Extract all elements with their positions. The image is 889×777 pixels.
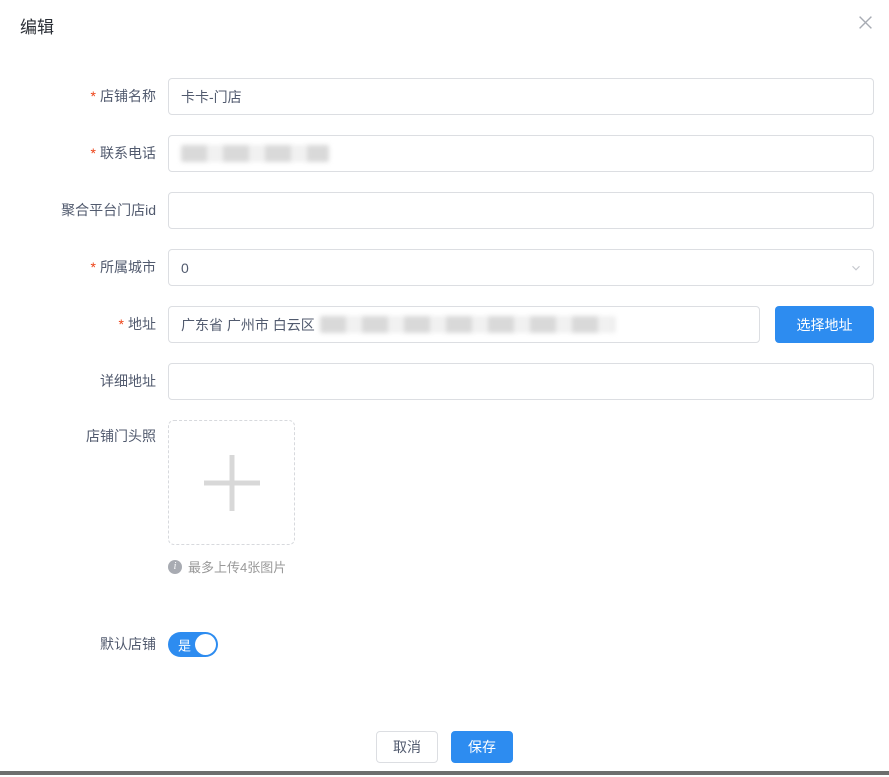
toggle-on-text: 是 <box>178 635 191 654</box>
form-row-city: *所属城市 0 <box>0 249 874 286</box>
detail-address-label: 详细地址 <box>0 363 168 400</box>
address-value: 广东省 广州市 白云区 <box>181 315 315 335</box>
chevron-down-icon <box>849 261 863 275</box>
form-row-phone: *联系电话 <box>0 135 874 172</box>
redacted-address-value <box>320 316 615 333</box>
form-row-store-name: *店铺名称 <box>0 78 874 115</box>
form-row-storefront-photo: 店铺门头照 i 最多上传4张图片 <box>0 420 874 576</box>
toggle-knob <box>195 634 216 655</box>
form-row-default-store: 默认店铺 是 <box>0 632 874 657</box>
plus-icon <box>229 455 234 511</box>
redacted-phone-value <box>181 145 329 162</box>
detail-address-input[interactable] <box>168 363 874 400</box>
form-row-detail-address: 详细地址 <box>0 363 874 400</box>
upload-hint: i 最多上传4张图片 <box>168 557 874 576</box>
platform-store-id-input[interactable] <box>168 192 874 229</box>
store-name-label: *店铺名称 <box>0 78 168 115</box>
form-row-address: *地址 广东省 广州市 白云区 选择地址 <box>0 306 874 343</box>
store-name-input[interactable] <box>168 78 874 115</box>
city-select-value: 0 <box>181 260 189 276</box>
photo-upload-dropzone[interactable] <box>168 420 295 545</box>
phone-label: *联系电话 <box>0 135 168 172</box>
address-label: *地址 <box>0 306 168 343</box>
info-icon: i <box>168 560 182 574</box>
required-mark: * <box>91 259 96 275</box>
edit-form: *店铺名称 *联系电话 聚合平台门店id *所属城市 <box>0 78 874 677</box>
default-store-label: 默认店铺 <box>0 632 168 657</box>
city-label: *所属城市 <box>0 249 168 286</box>
required-mark: * <box>91 88 96 104</box>
form-row-platform-store-id: 聚合平台门店id <box>0 192 874 229</box>
required-mark: * <box>119 316 124 332</box>
required-mark: * <box>91 145 96 161</box>
default-store-toggle[interactable]: 是 <box>168 632 218 657</box>
select-address-button[interactable]: 选择地址 <box>775 306 874 343</box>
city-select[interactable]: 0 <box>168 249 874 286</box>
platform-store-id-label: 聚合平台门店id <box>0 192 168 229</box>
address-input[interactable]: 广东省 广州市 白云区 <box>168 306 760 343</box>
dialog-footer: 取消 保存 <box>0 731 889 763</box>
phone-input[interactable] <box>168 135 874 172</box>
dialog-title: 编辑 <box>20 13 54 38</box>
page-bottom-bar <box>0 771 889 775</box>
save-button[interactable]: 保存 <box>451 731 513 763</box>
close-icon[interactable] <box>858 15 873 30</box>
cancel-button[interactable]: 取消 <box>376 731 438 763</box>
storefront-photo-label: 店铺门头照 <box>0 420 168 576</box>
edit-store-dialog: 编辑 *店铺名称 *联系电话 聚合平台门店id <box>0 0 889 777</box>
upload-hint-text: 最多上传4张图片 <box>188 557 286 576</box>
